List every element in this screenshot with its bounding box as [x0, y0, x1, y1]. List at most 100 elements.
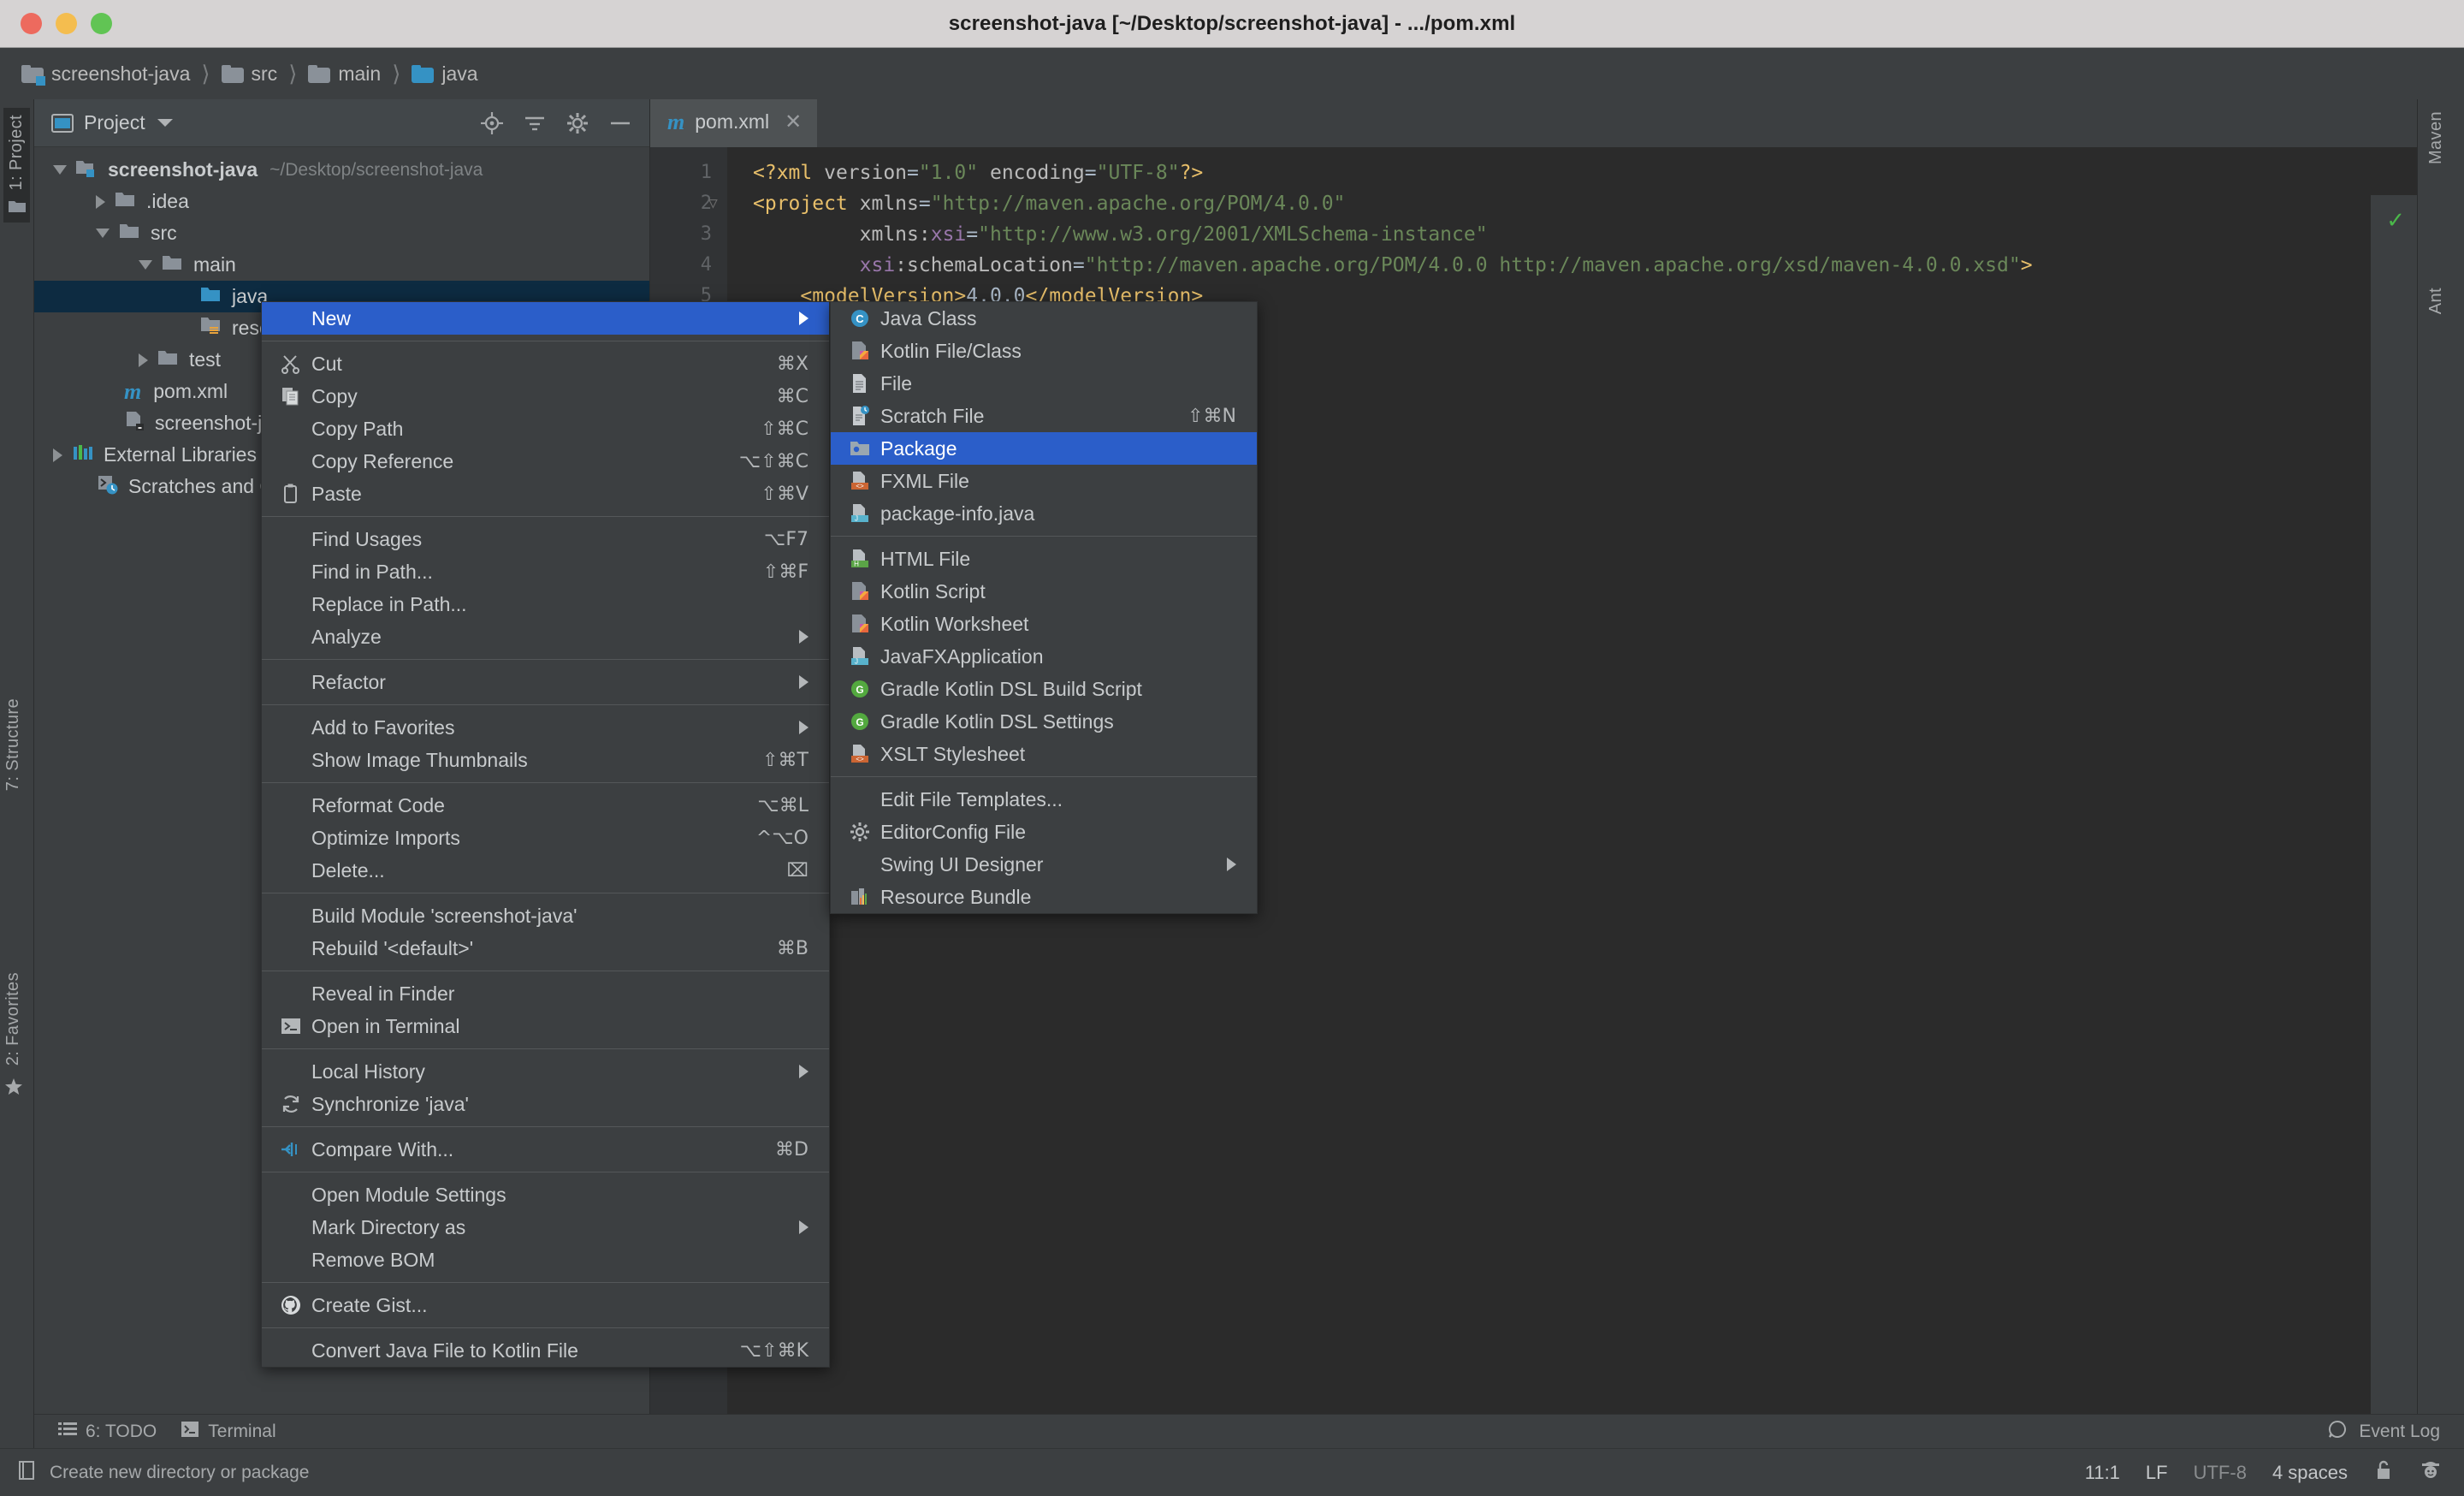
gear-icon[interactable] [566, 111, 589, 135]
menu-item-show-image-thumbnails[interactable]: Show Image Thumbnails⇧⌘T [262, 744, 829, 776]
menu-item-new[interactable]: New [262, 302, 829, 335]
menu-item-find-usages[interactable]: Find Usages⌥F7 [262, 523, 829, 555]
inspection-rail[interactable]: ✓ [2371, 195, 2417, 1414]
menu-item-copy[interactable]: Copy⌘C [262, 380, 829, 413]
sidebar-tab-favorites[interactable]: 2: Favorites [3, 972, 23, 1093]
menu-item-label: Local History [311, 1060, 425, 1083]
chevron-down-icon[interactable] [53, 165, 67, 175]
menu-item-kotlin-file-class[interactable]: Kotlin File/Class [831, 335, 1257, 367]
hector-icon[interactable] [2420, 1459, 2442, 1487]
chevron-down-icon[interactable] [96, 229, 110, 238]
code-token: = [1073, 254, 1085, 276]
menu-item-copy-path[interactable]: Copy Path⇧⌘C [262, 413, 829, 445]
chevron-right-icon[interactable] [53, 448, 62, 462]
resource-bundle-icon [848, 885, 872, 909]
menu-item-copy-reference[interactable]: Copy Reference⌥⇧⌘C [262, 445, 829, 478]
locate-target-icon[interactable] [480, 111, 504, 135]
menu-item-refactor[interactable]: Refactor [262, 666, 829, 698]
line-separator[interactable]: LF [2146, 1462, 2168, 1484]
menu-item-mark-directory-as[interactable]: Mark Directory as [262, 1211, 829, 1244]
breadcrumb-item-module[interactable]: screenshot-java [19, 62, 192, 86]
menu-item-shortcut: ⇧⌘V [761, 484, 808, 505]
menu-item-label: Kotlin Script [880, 580, 986, 603]
menu-item-find-in-path[interactable]: Find in Path...⇧⌘F [262, 555, 829, 588]
fold-marker-icon[interactable]: ▽ [708, 188, 718, 219]
collapse-all-icon[interactable] [523, 111, 547, 135]
hide-panel-icon[interactable] [608, 111, 632, 135]
menu-item-rebuild-default[interactable]: Rebuild '<default>'⌘B [262, 932, 829, 965]
menu-item-label: Add to Favorites [311, 716, 454, 739]
menu-item-file[interactable]: File [831, 367, 1257, 400]
menu-item-label: Compare With... [311, 1138, 453, 1161]
tree-node-idea[interactable]: .idea [34, 186, 649, 217]
menu-item-kotlin-worksheet[interactable]: Kotlin Worksheet [831, 608, 1257, 640]
ok-check-icon: ✓ [2386, 207, 2405, 234]
breadcrumb-item-main[interactable]: main [305, 62, 383, 86]
menu-item-xslt-stylesheet[interactable]: <>XSLT Stylesheet [831, 738, 1257, 770]
menu-item-shortcut: ⌘C [777, 386, 808, 407]
tool-window-terminal[interactable]: Terminal [181, 1421, 275, 1443]
chevron-right-icon[interactable] [139, 353, 148, 367]
menu-item-java-class[interactable]: CJava Class [831, 302, 1257, 335]
menu-item-cut[interactable]: Cut⌘X [262, 347, 829, 380]
sidebar-tab-project[interactable]: 1: Project [3, 108, 30, 223]
context-menu[interactable]: New Cut⌘XCopy⌘CCopy Path⇧⌘CCopy Reference… [261, 301, 830, 1368]
menu-item-open-in-terminal[interactable]: Open in Terminal [262, 1010, 829, 1042]
menu-item-editorconfig-file[interactable]: EditorConfig File [831, 816, 1257, 848]
menu-item-paste[interactable]: Paste⇧⌘V [262, 478, 829, 510]
menu-item-html-file[interactable]: HHTML File [831, 543, 1257, 575]
menu-item-gradle-kotlin-dsl-build-script[interactable]: GGradle Kotlin DSL Build Script [831, 673, 1257, 705]
tool-window-todo[interactable]: 6: TODO [58, 1422, 157, 1442]
menu-item-package[interactable]: Package [831, 432, 1257, 465]
close-icon[interactable]: ✕ [785, 110, 802, 134]
menu-item-javafxapplication[interactable]: J JavaFXApplication [831, 640, 1257, 673]
menu-item-build-module-screenshot-java[interactable]: Build Module 'screenshot-java' [262, 899, 829, 932]
code-token: "1.0" [919, 162, 978, 184]
menu-item-kotlin-script[interactable]: Kotlin Script [831, 575, 1257, 608]
menu-item-swing-ui-designer[interactable]: Swing UI Designer [831, 848, 1257, 881]
tree-node-src[interactable]: src [34, 217, 649, 249]
chevron-right-icon[interactable] [96, 195, 105, 209]
sidebar-tab-maven[interactable]: Maven [2426, 111, 2446, 169]
menu-item-delete[interactable]: Delete...⌧ [262, 854, 829, 887]
menu-item-fxml-file[interactable]: <>FXML File [831, 465, 1257, 497]
file-encoding[interactable]: UTF-8 [2194, 1462, 2247, 1484]
menu-item-label: EditorConfig File [880, 821, 1026, 844]
menu-item-compare-with[interactable]: Compare With...⌘D [262, 1133, 829, 1166]
javafx-app-icon: J [848, 644, 872, 668]
menu-item-add-to-favorites[interactable]: Add to Favorites [262, 711, 829, 744]
unlocked-icon[interactable] [2373, 1459, 2394, 1487]
code-token: <project [753, 193, 860, 215]
menu-item-scratch-file[interactable]: Scratch File⇧⌘N [831, 400, 1257, 432]
menu-item-optimize-imports[interactable]: Optimize Imports^⌥O [262, 822, 829, 854]
menu-item-package-info-java[interactable]: Jpackage-info.java [831, 497, 1257, 530]
event-log-button[interactable]: Event Log [2328, 1420, 2440, 1444]
menu-item-analyze[interactable]: Analyze [262, 620, 829, 653]
chevron-down-icon[interactable] [157, 119, 173, 127]
menu-item-label: JavaFXApplication [880, 645, 1044, 668]
menu-item-local-history[interactable]: Local History [262, 1055, 829, 1088]
new-submenu[interactable]: CJava ClassKotlin File/ClassFileScratch … [830, 301, 1258, 914]
breadcrumb-item-src[interactable]: src [219, 62, 281, 86]
menu-item-reveal-in-finder[interactable]: Reveal in Finder [262, 977, 829, 1010]
menu-item-resource-bundle[interactable]: Resource Bundle [831, 881, 1257, 913]
menu-item-remove-bom[interactable]: Remove BOM [262, 1244, 829, 1276]
menu-item-synchronize-java[interactable]: Synchronize 'java' [262, 1088, 829, 1120]
menu-item-convert-java-file-to-kotlin-file[interactable]: Convert Java File to Kotlin File⌥⇧⌘K [262, 1334, 829, 1367]
menu-item-gradle-kotlin-dsl-settings[interactable]: GGradle Kotlin DSL Settings [831, 705, 1257, 738]
menu-item-create-gist[interactable]: Create Gist... [262, 1289, 829, 1321]
editor-tab-pom-xml[interactable]: m pom.xml ✕ [650, 99, 817, 147]
sidebar-tab-structure[interactable]: 7: Structure [3, 698, 23, 791]
menu-item-edit-file-templates[interactable]: Edit File Templates... [831, 783, 1257, 816]
menu-item-open-module-settings[interactable]: Open Module Settings [262, 1178, 829, 1211]
code-token: "http://www.w3.org/2001/XMLSchema-instan… [978, 223, 1487, 246]
tree-node-main[interactable]: main [34, 249, 649, 281]
breadcrumb-item-java[interactable]: java [409, 62, 480, 86]
menu-item-replace-in-path[interactable]: Replace in Path... [262, 588, 829, 620]
tree-node-screenshot-java[interactable]: screenshot-java ~/Desktop/screenshot-jav… [34, 154, 649, 186]
chevron-down-icon[interactable] [139, 260, 152, 270]
indent-setting[interactable]: 4 spaces [2272, 1462, 2348, 1484]
menu-item-reformat-code[interactable]: Reformat Code⌥⌘L [262, 789, 829, 822]
sidebar-tab-ant[interactable]: Ant [2426, 288, 2446, 318]
caret-position[interactable]: 11:1 [2085, 1462, 2120, 1484]
